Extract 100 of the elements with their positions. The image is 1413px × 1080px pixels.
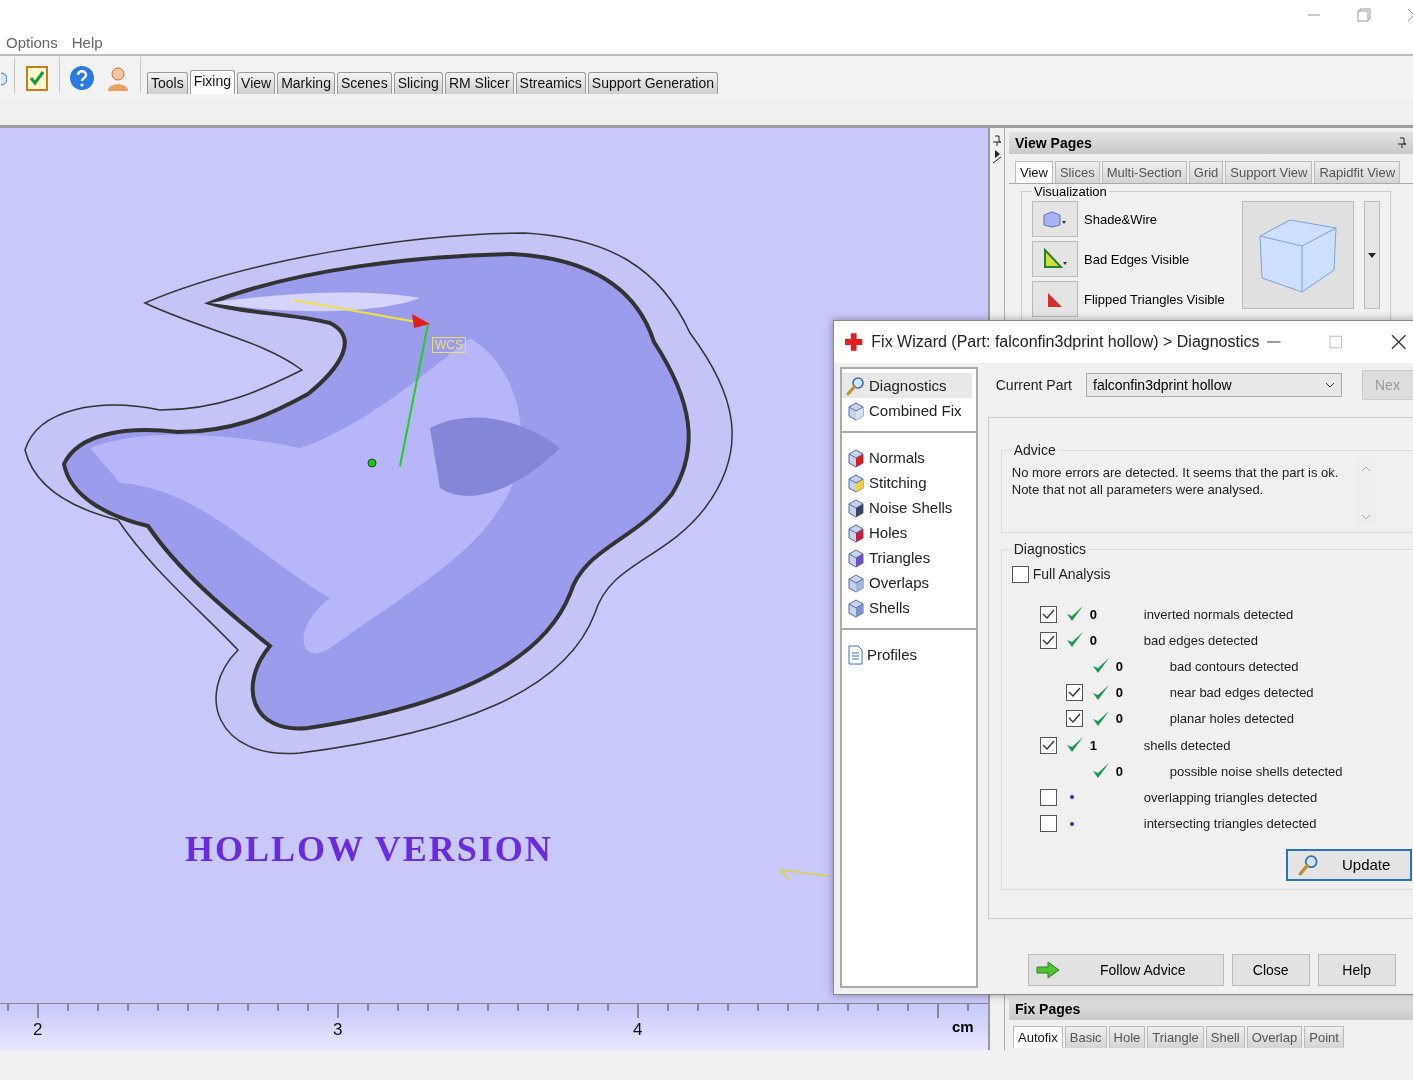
diagnostic-label: intersecting triangles detected xyxy=(1143,816,1317,832)
cube-icon xyxy=(846,597,866,618)
count: 0 xyxy=(1115,711,1123,727)
checkbox-label: Full Analysis xyxy=(1032,566,1111,582)
cube-icon xyxy=(846,400,866,421)
field-label: Current Part xyxy=(995,377,1072,393)
count: 1 xyxy=(1089,737,1097,753)
scroll-up-icon[interactable] xyxy=(1360,466,1371,472)
diagnostic-label: inverted normals detected xyxy=(1143,606,1294,622)
diagnostic-label: possible noise shells detected xyxy=(1169,763,1343,779)
count: 0 xyxy=(1115,685,1123,701)
panel-title: Fix Pages xyxy=(1015,1001,1081,1017)
nav-item[interactable]: Overlaps xyxy=(842,570,972,595)
person-icon[interactable] xyxy=(106,65,130,91)
update-button[interactable]: Update xyxy=(1286,848,1412,881)
group-title: Visualization xyxy=(1033,185,1108,199)
scroll-down-icon[interactable] xyxy=(1360,514,1371,520)
toggle-button[interactable] xyxy=(1032,281,1078,317)
nav-item[interactable]: Diagnostics xyxy=(842,373,972,398)
cube-icon xyxy=(846,572,866,593)
checklist-icon[interactable] xyxy=(25,64,49,92)
count: 0 xyxy=(1089,606,1097,622)
page-tab[interactable]: Point xyxy=(1304,1026,1344,1048)
cube-icon xyxy=(846,472,866,493)
footer-button[interactable]: Help xyxy=(1317,954,1396,986)
toolbar-tab[interactable]: Fixing xyxy=(189,70,236,94)
checkbox[interactable] xyxy=(1039,736,1057,754)
pin-icon[interactable] xyxy=(1397,137,1407,149)
page-tab[interactable]: View xyxy=(1015,161,1053,183)
count: 0 xyxy=(1115,763,1123,779)
nav-item[interactable]: Noise Shells xyxy=(842,495,972,520)
toggle-label: Shade&Wire xyxy=(1084,211,1157,227)
page-tab[interactable]: Slices xyxy=(1054,161,1100,183)
toggle-label: Bad Edges Visible xyxy=(1084,251,1190,267)
diagnostic-label: near bad edges detected xyxy=(1169,685,1314,701)
nav-item[interactable]: Holes xyxy=(842,520,972,545)
arrow-icon xyxy=(1035,961,1060,979)
page-tab[interactable]: Autofix xyxy=(1013,1026,1063,1048)
checkbox[interactable] xyxy=(1011,565,1029,583)
cube-icon xyxy=(846,547,866,568)
nav-item[interactable]: Stitching xyxy=(842,470,972,495)
advice-text: No more errors are detected. It seems that the part is ok. Note that not all parameters were analysed. xyxy=(1011,464,1340,499)
checkbox[interactable] xyxy=(1039,788,1057,806)
cube-icon xyxy=(846,447,866,468)
page-tab[interactable]: Basic xyxy=(1064,1026,1107,1048)
diagnostic-label: shells detected xyxy=(1143,737,1231,753)
nav-item[interactable]: Combined Fix xyxy=(842,398,972,423)
page-tab[interactable]: Support View xyxy=(1225,161,1313,183)
page-tab[interactable]: Grid xyxy=(1188,161,1224,183)
page-tab[interactable]: Triangle xyxy=(1147,1026,1204,1048)
toolbar-tab[interactable]: Support Generation xyxy=(587,72,718,94)
toolbar-tab[interactable]: Streamics xyxy=(515,72,586,94)
toolbar-tab[interactable]: Tools xyxy=(147,72,188,94)
document-icon xyxy=(846,644,864,665)
menu-item[interactable]: Help xyxy=(71,33,103,51)
toolbar-tab[interactable]: Scenes xyxy=(336,72,392,94)
page-tab[interactable]: Rapidfit View xyxy=(1314,161,1401,183)
toggle-button[interactable] xyxy=(1032,201,1078,237)
toolbar-tab[interactable]: RM Slicer xyxy=(444,72,514,94)
nav-item[interactable]: Normals xyxy=(842,445,972,470)
checkbox[interactable] xyxy=(1039,815,1057,833)
checkbox[interactable] xyxy=(1039,605,1057,623)
close-icon[interactable] xyxy=(1390,334,1406,350)
dialog-title: Fix Wizard (Part: falconfin3dprint hollow) > Diagnostics xyxy=(871,333,1260,351)
footer-button[interactable]: Follow Advice xyxy=(1027,954,1224,986)
cross-icon xyxy=(844,332,864,352)
toggle-label: Flipped Triangles Visible xyxy=(1084,291,1225,307)
checkbox[interactable] xyxy=(1065,684,1083,702)
model-caption: HOLLOW VERSION xyxy=(185,828,553,870)
page-tab[interactable]: Hole xyxy=(1108,1026,1146,1048)
count: 0 xyxy=(1115,658,1123,674)
diagnostic-label: overlapping triangles detected xyxy=(1143,789,1318,805)
checkbox[interactable] xyxy=(1065,710,1083,728)
ruler-unit: cm xyxy=(952,1018,974,1035)
menu-item[interactable]: Options xyxy=(6,33,58,51)
diagnostic-label: bad contours detected xyxy=(1169,658,1299,674)
page-tab[interactable]: Shell xyxy=(1205,1026,1245,1048)
ruler-label: 3 xyxy=(333,1020,343,1040)
toggle-button[interactable] xyxy=(1032,241,1078,277)
checkbox[interactable] xyxy=(1039,631,1057,649)
diagnostic-label: planar holes detected xyxy=(1169,711,1295,727)
nav-item[interactable]: Shells xyxy=(842,595,972,620)
toolbar-tab[interactable]: Slicing xyxy=(393,72,443,94)
page-tab[interactable]: Overlap xyxy=(1246,1026,1303,1048)
nav-item[interactable]: Triangles xyxy=(842,545,972,570)
pin-icon[interactable] xyxy=(992,134,1002,164)
set-square-icon xyxy=(1042,248,1068,270)
cube-icon xyxy=(1042,209,1068,229)
caret-icon xyxy=(1368,252,1376,258)
page-tab[interactable]: Multi-Section xyxy=(1101,161,1187,183)
help-icon[interactable] xyxy=(69,65,95,91)
diagnostic-label: bad edges detected xyxy=(1143,632,1258,648)
restore-icon[interactable] xyxy=(1357,8,1371,22)
ruler-label: 2 xyxy=(33,1020,43,1040)
footer-button[interactable]: Close xyxy=(1231,954,1310,986)
toolbar-tab[interactable]: View xyxy=(237,72,276,94)
toolbar-tab[interactable]: Marking xyxy=(277,72,335,94)
cube-icon xyxy=(846,522,866,543)
part-dropdown[interactable]: falconfin3dprint hollow xyxy=(1086,373,1342,397)
nav-item[interactable]: Profiles xyxy=(842,642,972,667)
